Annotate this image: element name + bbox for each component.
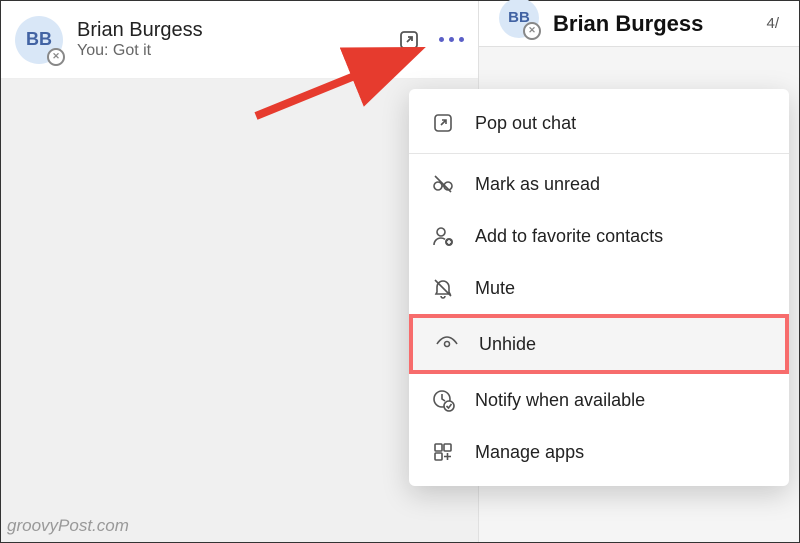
menu-label: Unhide — [479, 334, 536, 355]
eye-icon — [435, 332, 459, 356]
menu-item-manage-apps[interactable]: Manage apps — [409, 426, 789, 478]
conversation-title: Brian Burgess — [553, 11, 703, 37]
menu-label: Manage apps — [475, 442, 584, 463]
conversation-header: BB Brian Burgess 4/ — [479, 1, 799, 47]
clock-check-icon — [431, 388, 455, 412]
chat-list-item[interactable]: BB Brian Burgess You: Got it — [1, 1, 478, 79]
pop-out-icon[interactable] — [396, 27, 422, 53]
avatar-initials: BB — [26, 29, 52, 50]
chat-text: Brian Burgess You: Got it — [77, 19, 396, 60]
watermark: groovyPost.com — [7, 516, 129, 536]
avatar: BB — [499, 0, 539, 38]
menu-item-add-favorite[interactable]: Add to favorite contacts — [409, 210, 789, 262]
bell-off-icon — [431, 276, 455, 300]
menu-item-notify[interactable]: Notify when available — [409, 374, 789, 426]
menu-label: Pop out chat — [475, 113, 576, 134]
chat-name: Brian Burgess — [77, 19, 396, 42]
menu-item-mute[interactable]: Mute — [409, 262, 789, 314]
menu-label: Add to favorite contacts — [475, 226, 663, 247]
menu-item-pop-out[interactable]: Pop out chat — [409, 97, 789, 149]
avatar: BB — [15, 16, 63, 64]
glasses-off-icon — [431, 172, 455, 196]
conversation-date: 4/ — [766, 15, 779, 32]
menu-divider — [409, 153, 789, 154]
menu-item-unhide[interactable]: Unhide — [409, 314, 789, 374]
menu-label: Notify when available — [475, 390, 645, 411]
pop-out-icon — [431, 111, 455, 135]
apps-icon — [431, 440, 455, 464]
menu-item-mark-unread[interactable]: Mark as unread — [409, 158, 789, 210]
ellipsis-icon — [439, 37, 464, 42]
context-menu: Pop out chat Mark as unread Add to favor… — [409, 89, 789, 486]
presence-offline-icon — [47, 48, 65, 66]
more-options-button[interactable] — [438, 27, 464, 53]
menu-label: Mute — [475, 278, 515, 299]
presence-offline-icon — [523, 22, 541, 40]
menu-label: Mark as unread — [475, 174, 600, 195]
chat-actions — [396, 27, 464, 53]
chat-list-panel: BB Brian Burgess You: Got it — [1, 1, 479, 542]
person-add-icon — [431, 224, 455, 248]
chat-preview: You: Got it — [77, 42, 396, 60]
